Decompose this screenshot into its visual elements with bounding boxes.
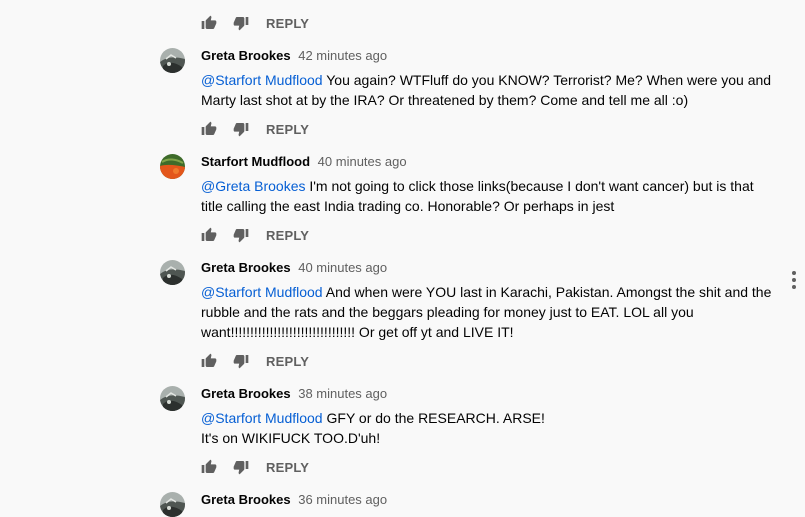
avatar[interactable] <box>160 492 185 517</box>
comment-time[interactable]: 40 minutes ago <box>318 154 407 169</box>
thumb-down-icon <box>233 229 249 243</box>
dislike-button[interactable] <box>232 458 250 476</box>
mention-link[interactable]: @Greta Brookes <box>201 178 305 194</box>
comment-header: Greta Brookes 42 minutes ago <box>201 48 387 63</box>
dislike-button[interactable] <box>232 14 250 32</box>
comment-line: rubble and the rats and the beggars plea… <box>201 304 694 320</box>
thumb-up-icon <box>201 227 217 241</box>
thumb-down-icon <box>233 123 249 137</box>
dislike-button[interactable] <box>232 226 250 244</box>
comment-line: @Starfort Mudflood And when were YOU las… <box>201 282 776 302</box>
reply-button[interactable]: REPLY <box>266 228 309 243</box>
mention-link[interactable]: @Starfort Mudflood <box>201 284 323 300</box>
comment-time[interactable]: 40 minutes ago <box>298 260 387 275</box>
comment-header: Greta Brookes 38 minutes ago <box>201 386 387 401</box>
dislike-button[interactable] <box>232 352 250 370</box>
reply-button[interactable]: REPLY <box>266 122 309 137</box>
thumb-down-icon <box>233 17 249 31</box>
comment-author[interactable]: Greta Brookes <box>201 492 291 507</box>
comment-header: Greta Brookes 40 minutes ago <box>201 260 387 275</box>
comment-time[interactable]: 42 minutes ago <box>298 48 387 63</box>
comment-text: @Starfort Mudflood GFY or do the RESEARC… <box>201 408 776 448</box>
dislike-button[interactable] <box>232 120 250 138</box>
thumb-down-icon <box>233 355 249 369</box>
thumb-up-icon <box>201 121 217 135</box>
mention-link[interactable]: @Starfort Mudflood <box>201 410 323 426</box>
thumb-up-icon <box>201 353 217 367</box>
comment-line: Marty last shot at by the IRA? Or threat… <box>201 92 689 108</box>
comment-text: @Starfort Mudflood You again? WTFluff do… <box>201 70 776 110</box>
comment-author[interactable]: Greta Brookes <box>201 48 291 63</box>
cat-avatar-icon <box>160 492 185 517</box>
comment-header: Starfort Mudflood 40 minutes ago <box>201 154 407 169</box>
comment-line: title calling the east India trading co.… <box>201 198 615 214</box>
more-vert-icon <box>792 271 796 275</box>
comment-time[interactable]: 38 minutes ago <box>298 386 387 401</box>
thumb-down-icon <box>233 461 249 475</box>
cat-avatar-icon <box>160 386 185 411</box>
comment-actions: REPLY <box>200 13 309 33</box>
comment-actions: REPLY <box>200 225 309 245</box>
cat-avatar-icon <box>160 260 185 285</box>
comment-actions: REPLY <box>200 457 309 477</box>
comment-author[interactable]: Starfort Mudflood <box>201 154 310 169</box>
avatar[interactable] <box>160 48 185 73</box>
comment-time[interactable]: 36 minutes ago <box>298 492 387 507</box>
comment-line: @Starfort Mudflood GFY or do the RESEARC… <box>201 408 776 428</box>
comment-line-text: I'm not going to click those links(becau… <box>305 178 754 194</box>
like-button[interactable] <box>200 458 218 476</box>
thumb-up-icon <box>201 459 217 473</box>
comment-line-text: You again? WTFluff do you KNOW? Terroris… <box>322 72 772 88</box>
comment-line: It's on WIKIFUCK TOO.D'uh! <box>201 430 381 446</box>
comment-line: @Starfort Mudflood You again? WTFluff do… <box>201 70 776 90</box>
comment-actions: REPLY <box>200 119 309 139</box>
comment-line-text: And when were YOU last in Karachi, Pakis… <box>322 284 772 300</box>
avatar[interactable] <box>160 154 185 179</box>
more-actions-button[interactable] <box>787 270 801 290</box>
avatar[interactable] <box>160 386 185 411</box>
like-button[interactable] <box>200 352 218 370</box>
reply-button[interactable]: REPLY <box>266 354 309 369</box>
like-button[interactable] <box>200 120 218 138</box>
comment-text: @Greta Brookes I'm not going to click th… <box>201 176 776 216</box>
like-button[interactable] <box>200 14 218 32</box>
comment-line: @Greta Brookes I'm not going to click th… <box>201 176 776 196</box>
comment-text: @Starfort Mudflood And when were YOU las… <box>201 282 776 342</box>
mention-link[interactable]: @Starfort Mudflood <box>201 72 323 88</box>
cat-avatar-icon <box>160 48 185 73</box>
green-orange-avatar-icon <box>160 154 185 179</box>
comment-author[interactable]: Greta Brookes <box>201 386 291 401</box>
comment-line: want!!!!!!!!!!!!!!!!!!!!!!!!!!!!!!!! Or … <box>201 324 514 340</box>
comment-line-text: GFY or do the RESEARCH. ARSE! <box>322 410 545 426</box>
avatar[interactable] <box>160 260 185 285</box>
thumb-up-icon <box>201 15 217 29</box>
reply-button[interactable]: REPLY <box>266 460 309 475</box>
comment-header: Greta Brookes 36 minutes ago <box>201 492 387 507</box>
comment-author[interactable]: Greta Brookes <box>201 260 291 275</box>
like-button[interactable] <box>200 226 218 244</box>
comment-actions: REPLY <box>200 351 309 371</box>
reply-button[interactable]: REPLY <box>266 16 309 31</box>
